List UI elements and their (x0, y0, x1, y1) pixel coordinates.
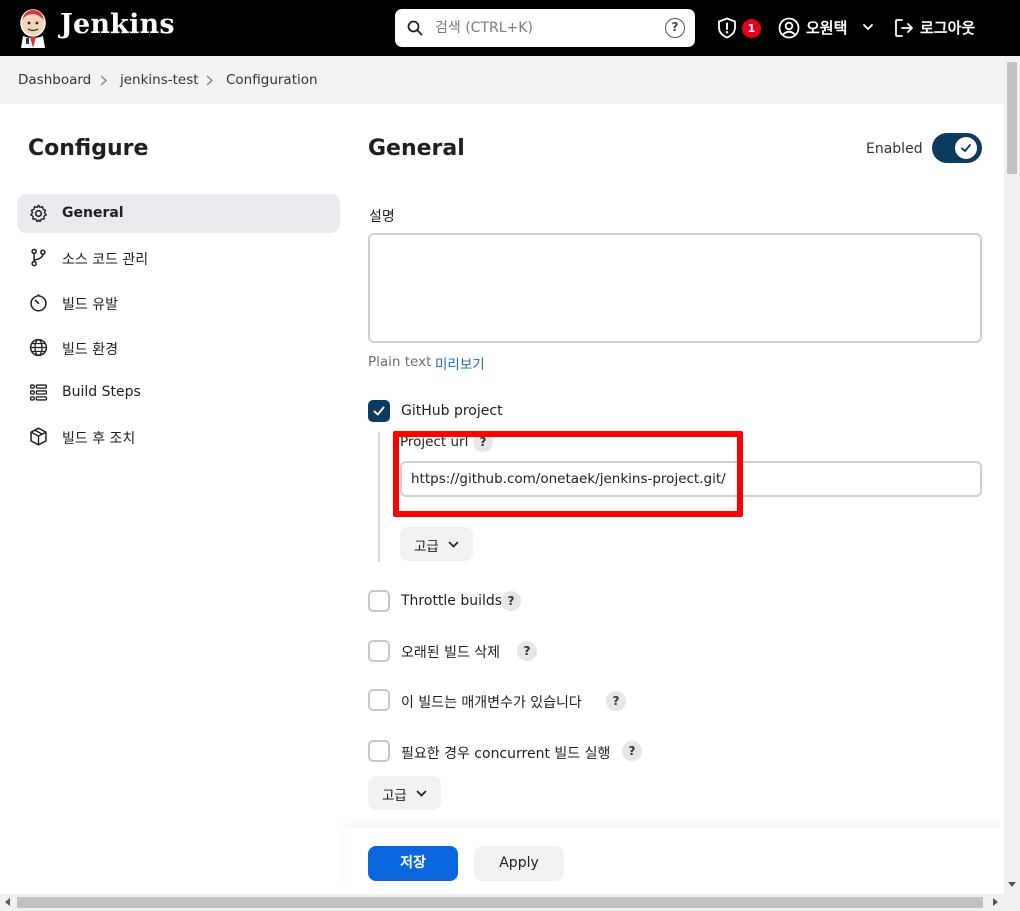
discard-old-builds-checkbox[interactable] (368, 640, 390, 662)
chevron-right-icon (100, 75, 108, 86)
github-advanced-button[interactable]: 고급 (400, 527, 473, 561)
horizontal-scrollbar[interactable] (0, 894, 1020, 911)
sidebar-item-build-environment[interactable]: 빌드 환경 (17, 328, 340, 367)
user-icon[interactable] (778, 17, 800, 39)
project-url-input[interactable] (400, 461, 982, 497)
logout-link[interactable]: 로그아웃 (920, 17, 975, 38)
sidebar-item-post-build[interactable]: 빌드 후 조치 (17, 417, 340, 456)
search-help-icon[interactable]: ? (665, 18, 685, 38)
preview-link[interactable]: 미리보기 (435, 353, 485, 373)
security-shield-icon[interactable] (716, 17, 738, 39)
sidebar-item-label: General (62, 205, 124, 221)
project-url-help-icon[interactable]: ? (473, 432, 493, 452)
search-input[interactable] (435, 9, 655, 47)
section-title: General (368, 136, 465, 161)
sidebar-item-label: 빌드 환경 (62, 342, 118, 358)
sidebar-item-label: Build Steps (62, 384, 141, 400)
logout-icon[interactable] (893, 17, 915, 39)
advanced-label: 고급 (414, 539, 439, 555)
throttle-builds-checkbox[interactable] (368, 590, 390, 612)
parameterized-help-icon[interactable]: ? (606, 691, 626, 711)
sidebar-item-build-steps[interactable]: Build Steps (17, 373, 340, 412)
advanced-label: 고급 (382, 788, 407, 804)
concurrent-build-checkbox[interactable] (368, 740, 390, 762)
sidebar-item-label: 빌드 유발 (62, 297, 118, 313)
description-textarea[interactable] (368, 233, 982, 343)
scroll-right-arrow-icon[interactable] (993, 898, 998, 906)
jenkins-logo-icon[interactable] (16, 8, 50, 48)
description-label: 설명 (369, 209, 395, 225)
throttle-builds-help-icon[interactable]: ? (501, 591, 521, 611)
save-button[interactable]: 저장 (368, 846, 458, 881)
security-badge[interactable]: 1 (742, 19, 761, 38)
horizontal-scrollbar-thumb[interactable] (17, 897, 983, 908)
github-project-checkbox[interactable] (368, 400, 390, 422)
sidebar-item-general[interactable]: General (17, 194, 340, 233)
nested-section-line (378, 432, 380, 562)
chevron-down-icon (416, 790, 427, 797)
apply-button[interactable]: Apply (474, 846, 564, 881)
scroll-left-arrow-icon[interactable] (5, 898, 10, 906)
breadcrumb-job[interactable]: jenkins-test (120, 72, 199, 88)
chevron-down-icon (448, 541, 459, 548)
enabled-toggle[interactable] (932, 133, 982, 163)
top-header: Jenkins ? 1 오원택 로그아웃 (0, 0, 1020, 56)
sidebar-title: Configure (28, 136, 149, 161)
concurrent-build-label[interactable]: 필요한 경우 concurrent 빌드 실행 (401, 743, 610, 763)
chevron-right-icon (206, 75, 214, 86)
plain-text-label: Plain text (368, 354, 432, 370)
list-icon (29, 384, 48, 401)
project-url-label: Project url (400, 434, 469, 450)
chevron-down-icon[interactable] (862, 21, 874, 33)
vertical-scrollbar[interactable] (1004, 56, 1020, 894)
parameterized-label[interactable]: 이 빌드는 매개변수가 있습니다 (401, 692, 582, 712)
check-icon (961, 144, 971, 152)
gear-icon (30, 204, 47, 223)
advanced-button[interactable]: 고급 (368, 776, 441, 810)
github-project-label[interactable]: GitHub project (401, 403, 503, 419)
discard-old-builds-help-icon[interactable]: ? (517, 641, 537, 661)
throttle-builds-label[interactable]: Throttle builds (401, 593, 502, 609)
branch-icon (31, 248, 46, 267)
parameterized-checkbox[interactable] (368, 689, 390, 711)
enabled-label: Enabled (866, 141, 923, 157)
breadcrumb: Dashboard jenkins-test Configuration (0, 56, 1004, 104)
sidebar-item-source-code[interactable]: 소스 코드 관리 (17, 238, 340, 277)
search-icon (407, 20, 423, 36)
vertical-scrollbar-thumb[interactable] (1007, 62, 1017, 174)
user-name-link[interactable]: 오원택 (806, 17, 847, 38)
timer-icon (30, 294, 47, 312)
breadcrumb-configuration[interactable]: Configuration (226, 72, 318, 88)
app-title[interactable]: Jenkins (60, 9, 175, 40)
discard-old-builds-label[interactable]: 오래된 빌드 삭제 (401, 642, 500, 662)
globe-icon (29, 338, 48, 357)
toggle-knob (955, 137, 977, 159)
scroll-down-arrow-icon[interactable] (1008, 882, 1016, 887)
sidebar-item-build-triggers[interactable]: 빌드 유발 (17, 283, 340, 322)
sidebar-item-label: 빌드 후 조치 (62, 431, 136, 447)
check-icon (373, 406, 385, 416)
sidebar-item-label: 소스 코드 관리 (62, 252, 149, 268)
concurrent-build-help-icon[interactable]: ? (622, 741, 642, 761)
package-icon (30, 427, 47, 446)
search-box[interactable]: ? (395, 9, 695, 47)
breadcrumb-dashboard[interactable]: Dashboard (18, 72, 91, 88)
